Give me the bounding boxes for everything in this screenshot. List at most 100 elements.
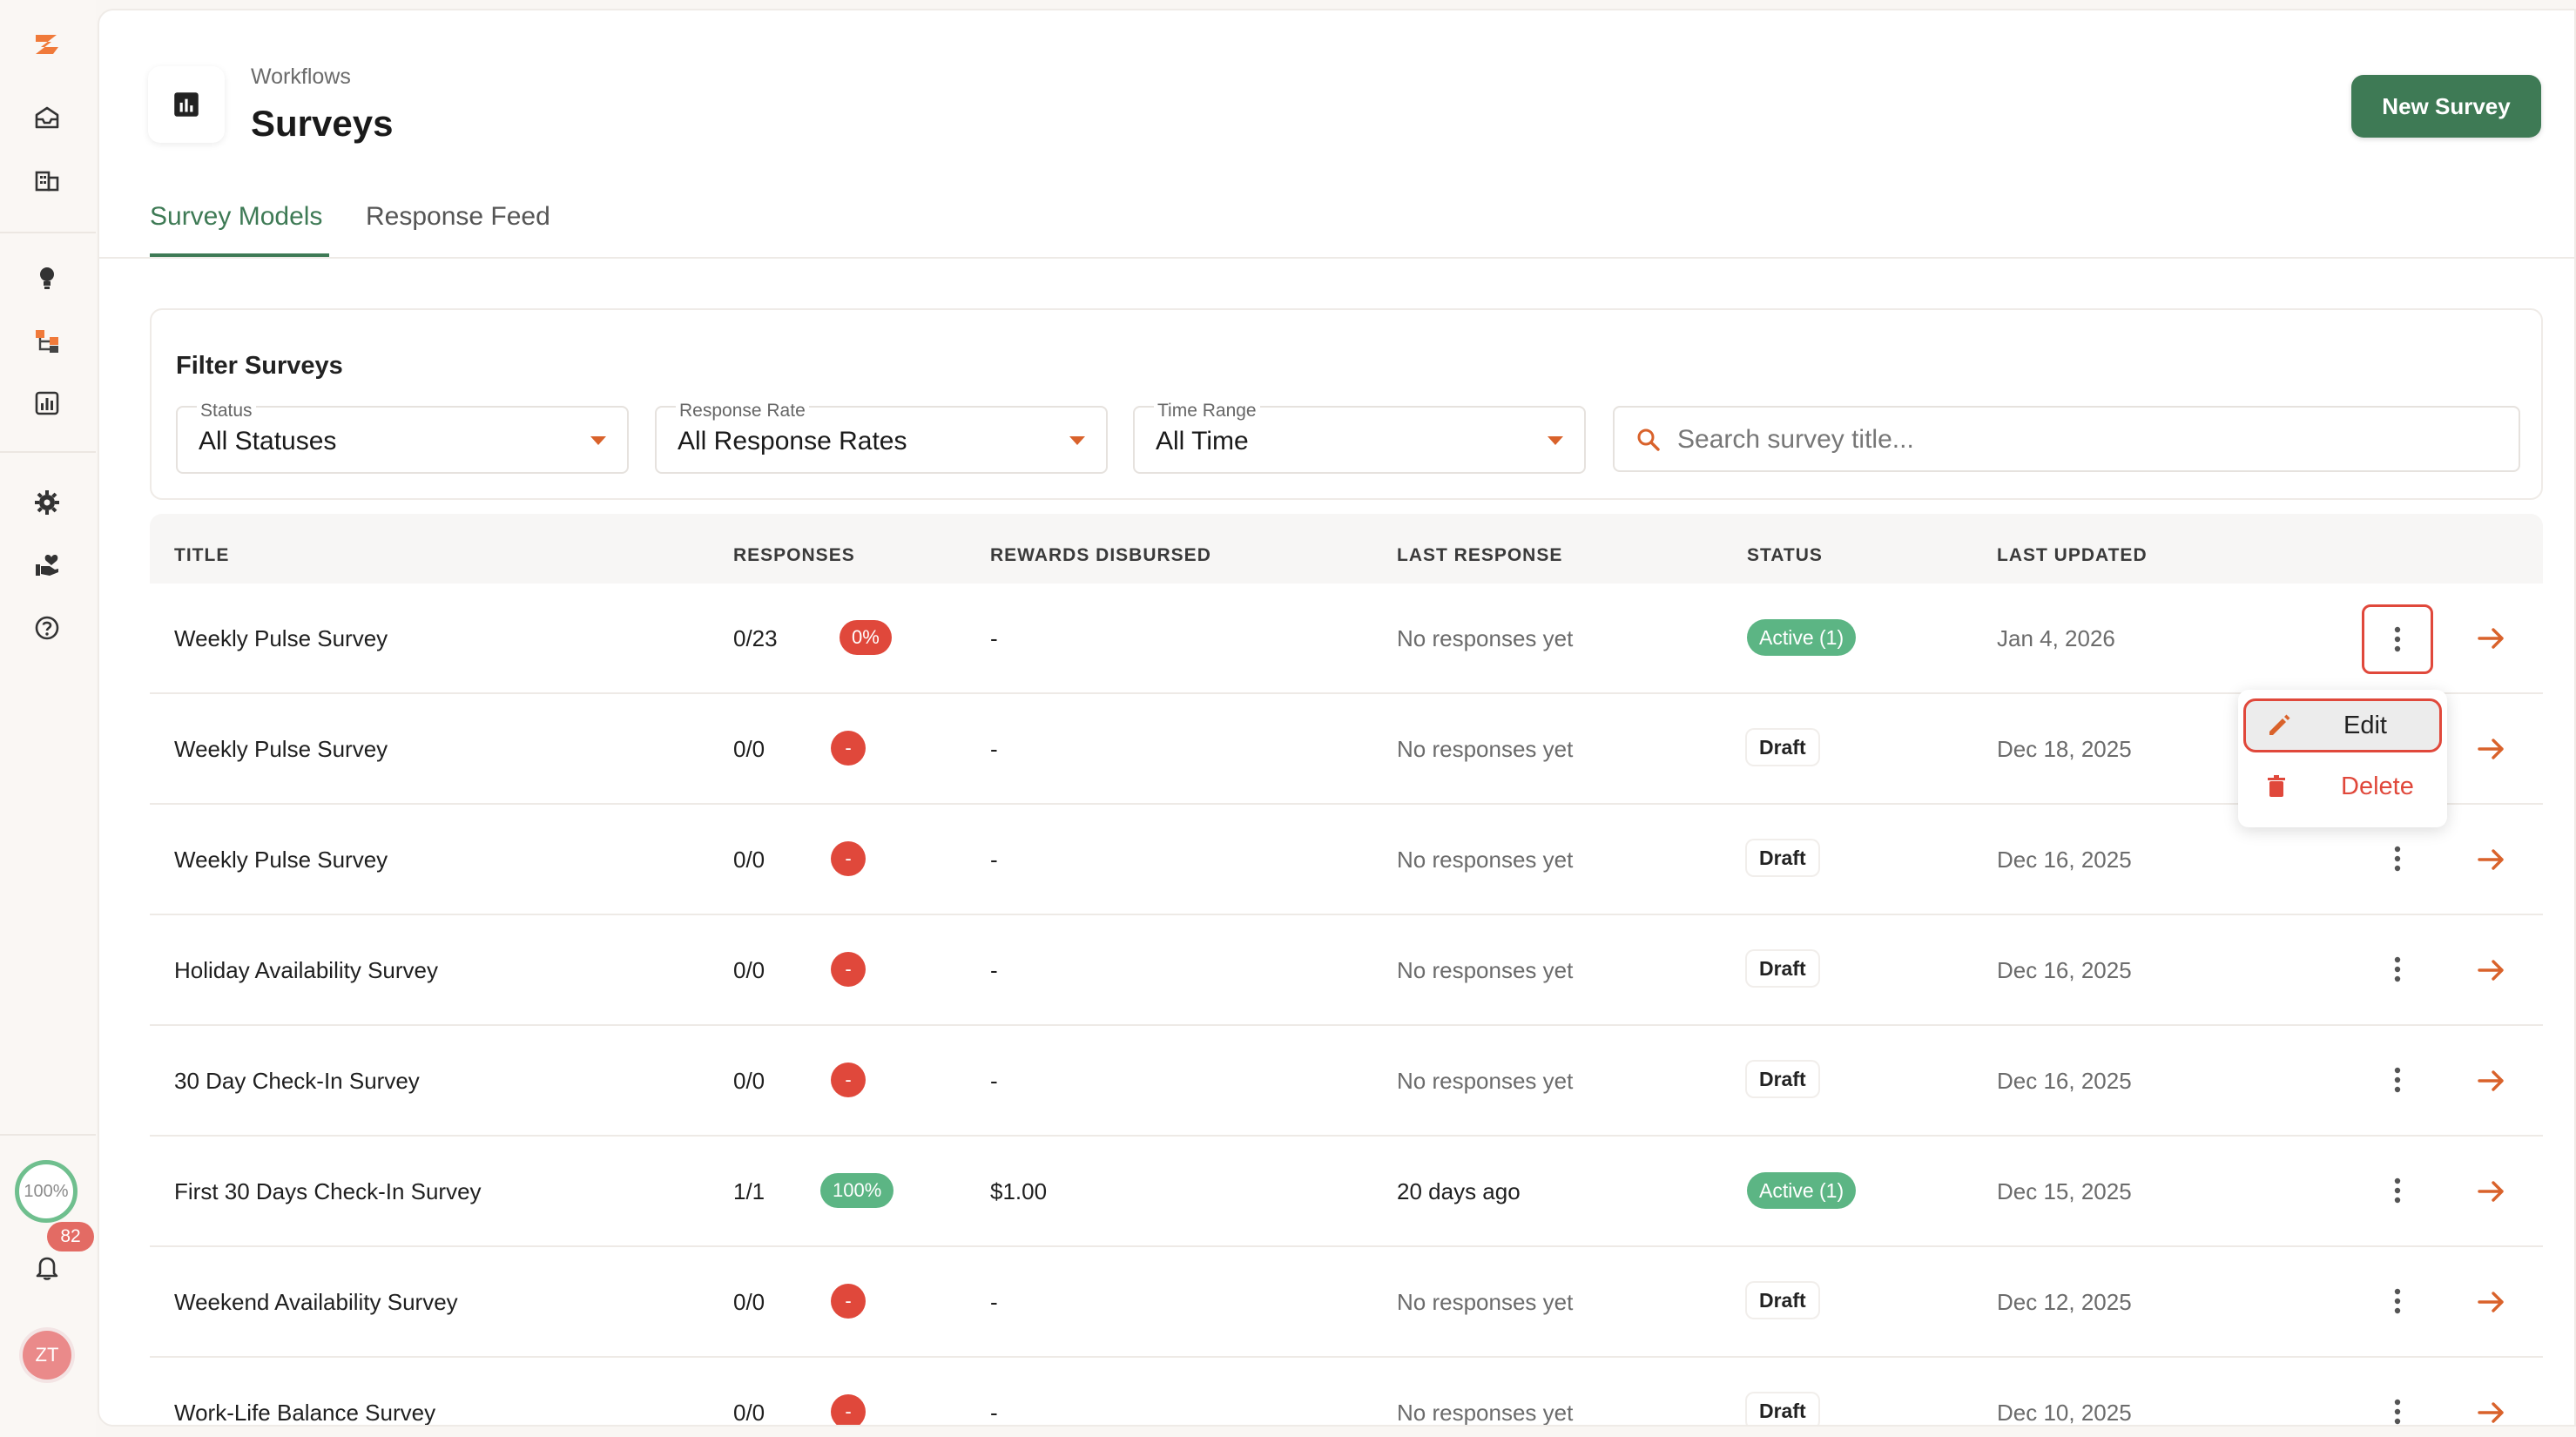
survey-title[interactable]: Weekly Pulse Survey	[174, 736, 388, 763]
column-header-status[interactable]: STATUS	[1747, 545, 1823, 566]
table-row[interactable]: First 30 Days Check-In Survey 1/1 100% $1.0…	[150, 1137, 2543, 1247]
bell-icon[interactable]	[27, 1247, 67, 1287]
kebab-menu-icon	[2394, 626, 2401, 652]
responses-count: 0/0	[733, 736, 765, 762]
last-response: No responses yet	[1397, 957, 1574, 983]
survey-title[interactable]: First 30 Days Check-In Survey	[174, 1178, 482, 1205]
survey-title[interactable]: Holiday Availability Survey	[174, 957, 438, 984]
column-header-title[interactable]: TITLE	[174, 545, 229, 566]
column-header-last-response[interactable]: LAST RESPONSE	[1397, 545, 1562, 566]
table-row[interactable]: Weekend Availability Survey 0/0 - - No respo…	[150, 1247, 2543, 1358]
open-survey-arrow-button[interactable]	[2475, 1396, 2508, 1425]
status-select[interactable]: Status All Statuses	[176, 401, 629, 474]
caret-down-icon	[590, 436, 606, 445]
new-survey-button[interactable]: New Survey	[2351, 75, 2541, 138]
response-rate-select[interactable]: Response Rate All Response Rates	[655, 401, 1108, 474]
avatar[interactable]: ZT	[23, 1331, 71, 1380]
table-row[interactable]: Work-Life Balance Survey 0/0 - - No response…	[150, 1358, 2543, 1426]
open-survey-arrow-button[interactable]	[2475, 622, 2508, 655]
search-input[interactable]	[1677, 420, 2496, 460]
column-header-responses[interactable]: RESPONSES	[733, 545, 855, 566]
tabs-divider	[99, 257, 2574, 259]
sidebar-divider	[0, 1134, 96, 1136]
more-options-button[interactable]	[2362, 604, 2433, 674]
arrow-right-icon	[2478, 1070, 2504, 1091]
tab-survey-models[interactable]: Survey Models	[150, 202, 322, 232]
building-icon[interactable]	[27, 160, 67, 200]
last-response: No responses yet	[1397, 1400, 1574, 1426]
responses-count: 1/1	[733, 1178, 765, 1204]
more-options-button[interactable]	[2375, 947, 2420, 992]
more-options-button[interactable]	[2375, 1057, 2420, 1103]
edit-menu-item[interactable]: Edit	[2243, 698, 2442, 752]
delete-menu-item[interactable]: Delete	[2243, 759, 2442, 813]
rewards-disbursed: -	[990, 957, 998, 983]
progress-label: 100%	[24, 1181, 69, 1201]
table-row[interactable]: Weekly Pulse Survey 0/0 - - No responses yet…	[150, 694, 2543, 805]
chart-icon	[174, 92, 199, 117]
open-survey-arrow-button[interactable]	[2475, 843, 2508, 876]
open-survey-arrow-button[interactable]	[2475, 954, 2508, 987]
responses-count: 0/0	[733, 1400, 765, 1426]
response-rate-badge: -	[831, 841, 866, 876]
responses-count: 0/0	[733, 1289, 765, 1315]
survey-title[interactable]: Weekend Availability Survey	[174, 1289, 458, 1316]
surveys-table: TITLE RESPONSES REWARDS DISBURSED LAST R…	[150, 514, 2543, 1426]
sidebar: 100% 82 ZT	[0, 0, 96, 1437]
survey-title[interactable]: Work-Life Balance Survey	[174, 1400, 435, 1425]
logo-icon[interactable]	[27, 24, 67, 64]
last-response: No responses yet	[1397, 1289, 1574, 1315]
more-options-button[interactable]	[2375, 1389, 2420, 1425]
table-header: TITLE RESPONSES REWARDS DISBURSED LAST R…	[150, 514, 2543, 584]
heart-hand-icon[interactable]	[27, 545, 67, 585]
table-row[interactable]: Weekly Pulse Survey 0/0 - - No responses yet…	[150, 805, 2543, 915]
survey-title[interactable]: 30 Day Check-In Survey	[174, 1068, 420, 1095]
table-row[interactable]: 30 Day Check-In Survey 0/0 - - No responses …	[150, 1026, 2543, 1137]
open-survey-arrow-button[interactable]	[2475, 732, 2508, 766]
chart-icon[interactable]	[27, 383, 67, 423]
rewards-disbursed: -	[990, 1400, 998, 1426]
filter-card: Filter Surveys Status All Statuses Respo…	[150, 308, 2543, 500]
open-survey-arrow-button[interactable]	[2475, 1064, 2508, 1097]
more-options-button[interactable]	[2375, 1278, 2420, 1324]
kebab-menu-icon	[2394, 846, 2401, 872]
page-title: Surveys	[251, 103, 394, 144]
last-response: No responses yet	[1397, 1068, 1574, 1094]
sidebar-divider	[0, 232, 96, 233]
column-header-rewards[interactable]: REWARDS DISBURSED	[990, 545, 1211, 566]
response-rate-select-label: Response Rate	[676, 401, 809, 422]
workflow-icon[interactable]	[27, 320, 67, 361]
response-rate-badge: 0%	[840, 620, 892, 655]
kebab-menu-icon	[2394, 956, 2401, 982]
response-rate-badge: -	[831, 731, 866, 766]
responses-count: 0/0	[733, 847, 765, 873]
profile-completion-ring[interactable]: 100%	[15, 1160, 78, 1223]
open-survey-arrow-button[interactable]	[2475, 1285, 2508, 1319]
column-header-last-updated[interactable]: LAST UPDATED	[1997, 545, 2148, 566]
time-range-select-label: Time Range	[1154, 401, 1260, 422]
open-survey-arrow-button[interactable]	[2475, 1175, 2508, 1208]
response-rate-badge: 100%	[820, 1173, 894, 1208]
arrow-right-icon	[2478, 1292, 2504, 1312]
help-icon[interactable]	[27, 608, 67, 648]
search-box	[1613, 406, 2520, 472]
last-updated: Dec 16, 2025	[1997, 957, 2132, 983]
row-action-menu: Edit Delete	[2238, 690, 2447, 827]
arrow-right-icon	[2478, 849, 2504, 870]
tab-response-feed[interactable]: Response Feed	[366, 202, 550, 232]
table-row[interactable]: Weekly Pulse Survey 0/23 0% - No responses y…	[150, 584, 2543, 694]
response-rate-badge: -	[831, 1063, 866, 1097]
table-row[interactable]: Holiday Availability Survey 0/0 - - No respo…	[150, 915, 2543, 1026]
settings-icon[interactable]	[27, 482, 67, 523]
status-badge: Draft	[1747, 1393, 1818, 1425]
survey-title[interactable]: Weekly Pulse Survey	[174, 847, 388, 874]
survey-title[interactable]: Weekly Pulse Survey	[174, 625, 388, 652]
kebab-menu-icon	[2394, 1067, 2401, 1093]
time-range-select[interactable]: Time Range All Time	[1133, 401, 1586, 474]
more-options-button[interactable]	[2375, 1168, 2420, 1213]
caret-down-icon	[1069, 436, 1085, 445]
lightbulb-icon[interactable]	[27, 258, 67, 298]
more-options-button[interactable]	[2375, 836, 2420, 881]
breadcrumb[interactable]: Workflows	[251, 64, 351, 90]
inbox-icon[interactable]	[27, 98, 67, 138]
